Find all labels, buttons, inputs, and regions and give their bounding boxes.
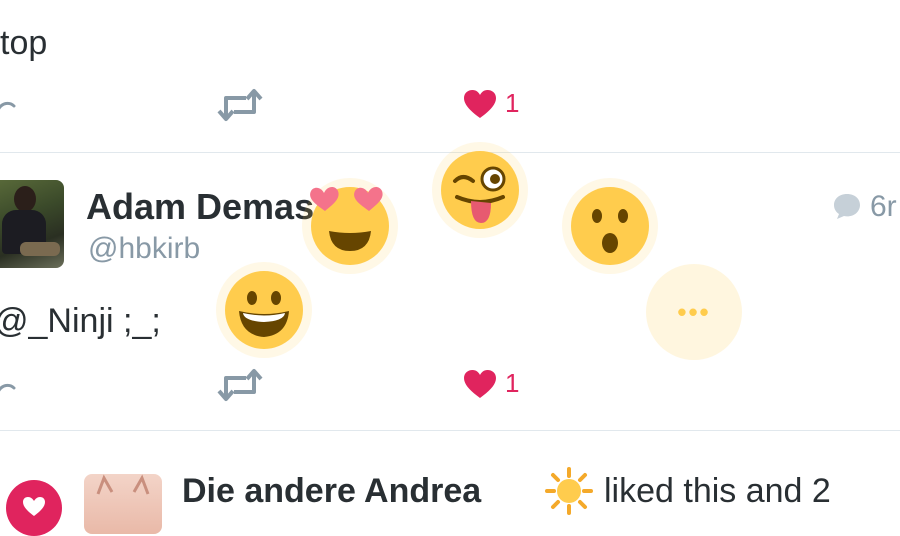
retweet-icon <box>217 89 263 121</box>
reply-button[interactable] <box>0 94 18 118</box>
reaction-more-button[interactable]: ••• <box>646 264 742 360</box>
reaction-grinning-face[interactable] <box>216 262 312 358</box>
author-handle[interactable]: @hbkirb <box>88 232 200 266</box>
like-count: 1 <box>505 88 520 118</box>
retweet-button[interactable] <box>216 88 264 122</box>
like-count: 1 <box>505 368 520 398</box>
tweet-text: @_Ninji ;_; <box>0 302 161 340</box>
like-button[interactable]: 1 <box>463 368 519 399</box>
grinning-face-icon <box>225 271 303 349</box>
retweet-button[interactable] <box>216 368 264 402</box>
avatar[interactable] <box>0 180 64 268</box>
heart-icon <box>464 369 496 398</box>
liker-avatar[interactable] <box>84 474 162 534</box>
divider <box>0 430 900 431</box>
surprised-face-icon <box>571 187 649 265</box>
tweet-text: top <box>0 24 48 62</box>
heart-eyes-face-icon <box>310 187 389 265</box>
reply-button[interactable] <box>0 376 18 400</box>
more-icon: ••• <box>677 296 711 327</box>
reaction-heart-eyes-face[interactable] <box>302 178 398 274</box>
like-activity-icon <box>6 480 62 536</box>
sun-icon <box>544 466 594 521</box>
reply-icon <box>0 383 16 392</box>
reply-icon <box>0 101 16 110</box>
retweet-icon <box>217 369 263 401</box>
reaction-winking-tongue-face[interactable] <box>432 142 528 238</box>
tweet-time: 6r <box>870 190 897 223</box>
winking-tongue-face-icon <box>441 151 519 229</box>
heart-icon <box>464 89 496 118</box>
reaction-surprised-face[interactable] <box>562 178 658 274</box>
conversation-icon <box>832 192 862 225</box>
liked-text: liked this and 2 <box>604 472 831 510</box>
like-button[interactable]: 1 <box>463 88 519 119</box>
liker-name[interactable]: Die andere Andrea <box>182 472 481 511</box>
author-name[interactable]: Adam Demas <box>86 186 314 228</box>
